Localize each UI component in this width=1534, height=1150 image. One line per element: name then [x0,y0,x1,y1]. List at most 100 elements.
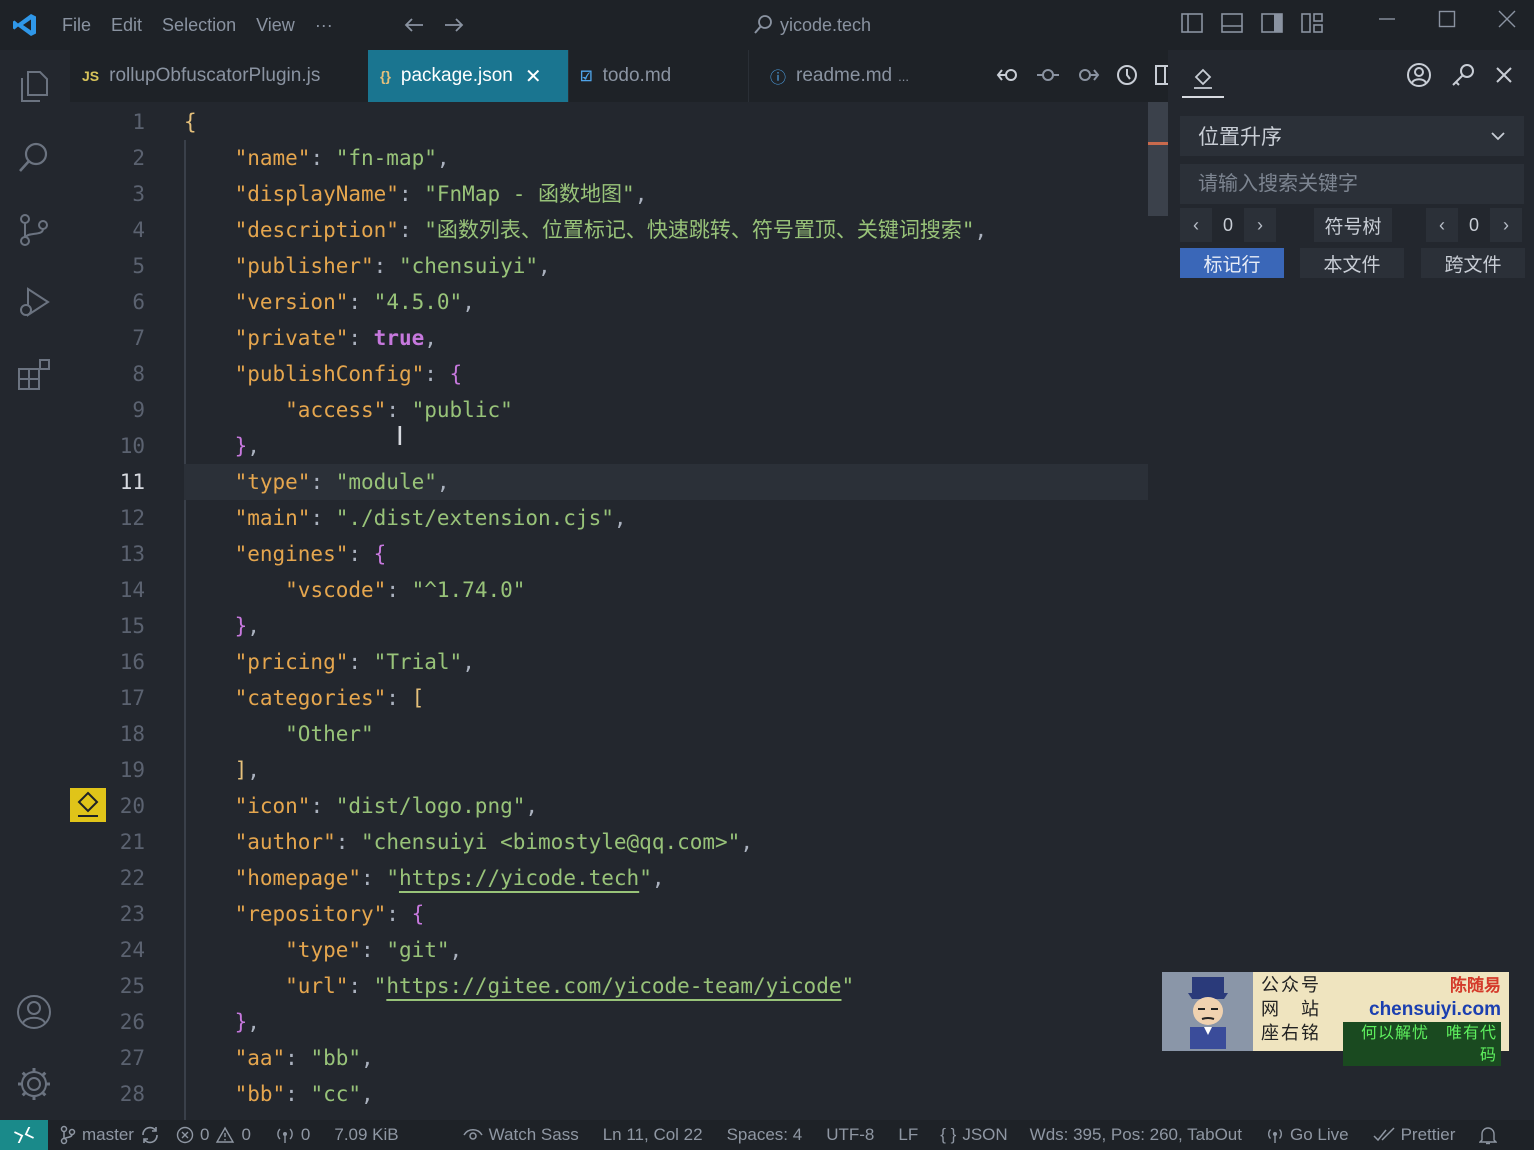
problems-status[interactable]: 0 0 [176,1125,251,1145]
symbol-tree-button[interactable]: 符号树 [1314,208,1392,242]
this-file-button[interactable]: 本文件 [1300,248,1404,278]
code-line[interactable]: "vscode": "^1.74.0" [184,572,525,608]
line-number[interactable]: 5 [90,248,145,284]
fnmap-tab-icon[interactable] [1182,62,1224,98]
menu-more[interactable]: ··· [305,15,343,36]
minimize-icon[interactable] [1378,10,1396,28]
left-stepper-prev[interactable]: ‹ [1180,208,1212,242]
code-line[interactable]: { [184,104,197,140]
line-number[interactable]: 27 [90,1040,145,1076]
code-line[interactable]: "pricing": "Trial", [184,644,475,680]
cross-file-button[interactable]: 跨文件 [1421,248,1525,278]
code-line[interactable]: "aa": "bb", [184,1040,374,1076]
bookmark-marker-icon[interactable] [70,788,106,822]
editor-scrollbar[interactable] [1148,102,1168,1120]
customize-layout-icon[interactable] [1300,12,1324,34]
menu-file[interactable]: File [52,15,101,36]
notifications-bell-icon[interactable] [1479,1125,1498,1145]
code-line[interactable]: }, [184,428,260,464]
code-line[interactable]: "private": true, [184,320,437,356]
line-number[interactable]: 22 [90,860,145,896]
right-stepper-next[interactable]: › [1490,208,1522,242]
close-panel-icon[interactable] [1494,65,1514,85]
extensions-icon[interactable] [14,354,54,394]
code-line[interactable]: "type": "git", [184,932,462,968]
code-line[interactable]: "categories": [ [184,680,425,716]
code-link[interactable]: https://yicode.tech [399,866,639,890]
source-control-icon[interactable] [14,210,54,250]
code-line[interactable]: "author": "chensuiyi <bimostyle@qq.com>"… [184,824,753,860]
go-live-button[interactable]: Go Live [1266,1125,1349,1145]
line-number[interactable]: 17 [90,680,145,716]
line-number[interactable]: 19 [90,752,145,788]
line-number[interactable]: 15 [90,608,145,644]
code-line[interactable]: "version": "4.5.0", [184,284,475,320]
go-back-change-icon[interactable] [996,64,1020,86]
language-mode[interactable]: { } JSON [940,1125,1007,1145]
code-line[interactable]: ], [184,752,260,788]
remote-indicator-icon[interactable] [0,1120,48,1150]
code-line[interactable]: "access": "public" [184,392,513,428]
menu-edit[interactable]: Edit [101,15,152,36]
code-line[interactable]: "homepage": "https://yicode.tech", [184,860,665,896]
line-number[interactable]: 2 [90,140,145,176]
cursor-position[interactable]: Ln 11, Col 22 [603,1125,703,1145]
line-number[interactable]: 1 [90,104,145,140]
prettier-status[interactable]: Prettier [1373,1125,1455,1145]
toggle-panel-icon[interactable] [1220,12,1244,34]
tab-package-json[interactable]: {} package.json ✕ [368,50,569,102]
line-number[interactable]: 11 [90,464,145,500]
tab-rollupobfuscatorplugin[interactable]: JS rollupObfuscatorPlugin.js [70,50,369,102]
encoding-status[interactable]: UTF-8 [826,1125,874,1145]
marked-lines-button[interactable]: 标记行 [1180,248,1284,278]
code-editor[interactable]: 1 {2 "name": "fn-map", 3 "displayName": "F… [70,102,1168,1120]
keyword-search-input[interactable] [1180,164,1524,204]
banner-website[interactable]: chensuiyi.com [1343,998,1501,1022]
code-line[interactable]: "repository": { [184,896,425,932]
line-number[interactable]: 12 [90,500,145,536]
line-number[interactable]: 18 [90,716,145,752]
line-number[interactable]: 21 [90,824,145,860]
settings-gear-icon[interactable] [14,1064,54,1104]
line-number[interactable]: 3 [90,176,145,212]
go-forward-change-icon[interactable] [1076,64,1100,86]
key-icon[interactable] [1450,62,1476,88]
tab-todo-md[interactable]: ☑ todo.md [568,50,749,102]
left-stepper-next[interactable]: › [1244,208,1276,242]
line-number[interactable]: 13 [90,536,145,572]
line-number[interactable]: 14 [90,572,145,608]
line-number[interactable]: 25 [90,968,145,1004]
watch-sass-status[interactable]: Watch Sass [462,1125,579,1145]
code-line[interactable]: "name": "fn-map", [184,140,450,176]
line-number[interactable]: 24 [90,932,145,968]
code-link[interactable]: https://gitee.com/yicode-team/yicode [386,974,841,998]
line-number[interactable]: 9 [90,392,145,428]
timeline-icon[interactable] [1116,64,1138,86]
code-line[interactable]: "publishConfig": { [184,356,463,392]
vscode-logo-icon[interactable] [0,0,50,50]
line-number[interactable]: 23 [90,896,145,932]
menu-view[interactable]: View [246,15,305,36]
code-line[interactable]: "bb": "cc", [184,1076,374,1112]
code-line[interactable]: }, [184,1004,260,1040]
line-number[interactable]: 28 [90,1076,145,1112]
accounts-icon[interactable] [14,992,54,1032]
commit-dot-icon[interactable] [1036,64,1060,86]
code-line[interactable]: "engines": { [184,536,387,572]
line-number[interactable]: 26 [90,1004,145,1040]
line-number[interactable]: 16 [90,644,145,680]
code-line[interactable]: "description": "函数列表、位置标记、快速跳转、符号置顶、关键词搜… [184,212,988,248]
ports-status[interactable]: 0 [275,1125,310,1145]
sort-order-select[interactable]: 位置升序 [1180,116,1524,156]
code-line[interactable]: "type": "module", [184,464,450,500]
sync-icon[interactable] [140,1126,160,1144]
toggle-primary-sidebar-icon[interactable] [1180,12,1204,34]
line-number[interactable]: 7 [90,320,145,356]
explorer-icon[interactable] [14,66,54,106]
code-line[interactable]: }, [184,608,260,644]
menu-selection[interactable]: Selection [152,15,246,36]
code-line[interactable]: "displayName": "FnMap - 函数地图", [184,176,648,212]
code-line[interactable]: "Other" [184,716,374,752]
code-line[interactable]: "publisher": "chensuiyi", [184,248,551,284]
right-stepper-prev[interactable]: ‹ [1426,208,1458,242]
